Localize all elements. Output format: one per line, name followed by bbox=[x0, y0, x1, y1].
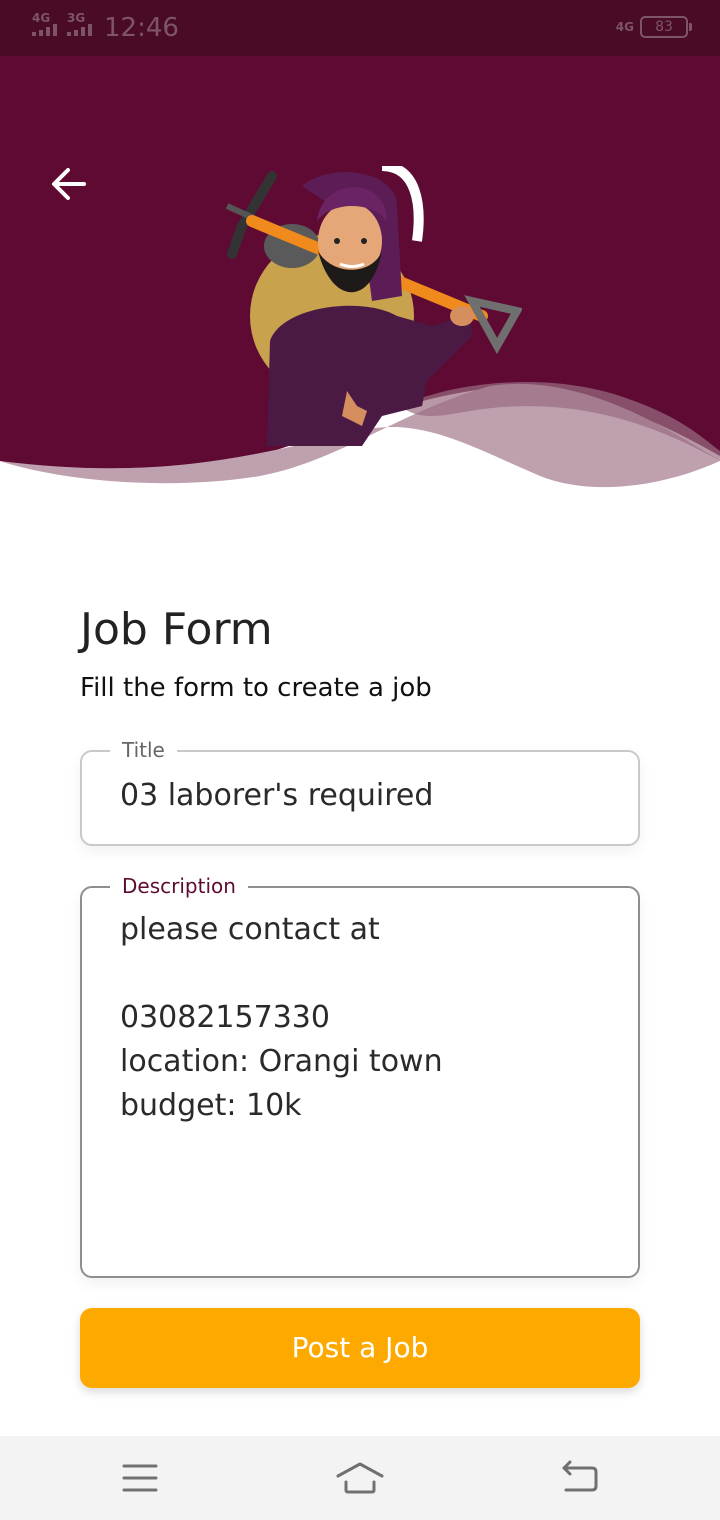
arrow-left-icon bbox=[52, 168, 86, 200]
laborer-with-shovel-illustration bbox=[225, 161, 524, 446]
nav-back-button[interactable] bbox=[556, 1456, 604, 1500]
nav-menu-button[interactable] bbox=[116, 1456, 164, 1500]
signal-indicators: 4G 3G bbox=[32, 12, 92, 36]
description-textarea[interactable]: please contact at 03082157330 location: … bbox=[120, 908, 618, 1128]
battery-level: 83 bbox=[655, 19, 673, 35]
title-input[interactable]: 03 laborer's required bbox=[120, 774, 618, 818]
back-button[interactable] bbox=[44, 160, 92, 208]
title-field-label: Title bbox=[110, 738, 177, 762]
network-type-right: 4G bbox=[615, 20, 634, 34]
menu-icon bbox=[122, 1464, 158, 1492]
laborer-illustration bbox=[222, 161, 524, 446]
status-right: 4G 83 bbox=[615, 16, 692, 38]
network-type-1: 4G bbox=[32, 11, 51, 25]
clock: 12:46 bbox=[104, 13, 179, 43]
system-nav-bar bbox=[0, 1436, 720, 1520]
network-type-2: 3G bbox=[67, 11, 86, 25]
title-field[interactable]: Title 03 laborer's required bbox=[80, 738, 640, 846]
home-icon bbox=[336, 1462, 384, 1494]
signal-bars-icon bbox=[32, 24, 57, 36]
battery-icon: 83 bbox=[640, 16, 692, 38]
return-icon bbox=[562, 1460, 598, 1492]
description-field-label: Description bbox=[110, 874, 248, 898]
signal-bars-icon bbox=[67, 24, 92, 36]
header-banner bbox=[0, 56, 720, 506]
post-job-button[interactable]: Post a Job bbox=[80, 1308, 640, 1388]
page-title: Job Form bbox=[80, 604, 273, 655]
status-bar: 4G 3G 12:46 4G 83 bbox=[0, 0, 720, 56]
page-subtitle: Fill the form to create a job bbox=[80, 673, 432, 703]
nav-home-button[interactable] bbox=[336, 1456, 384, 1500]
signal-1: 4G bbox=[32, 12, 57, 36]
signal-2: 3G bbox=[67, 12, 92, 36]
description-field[interactable]: Description please contact at 0308215733… bbox=[80, 874, 640, 1278]
